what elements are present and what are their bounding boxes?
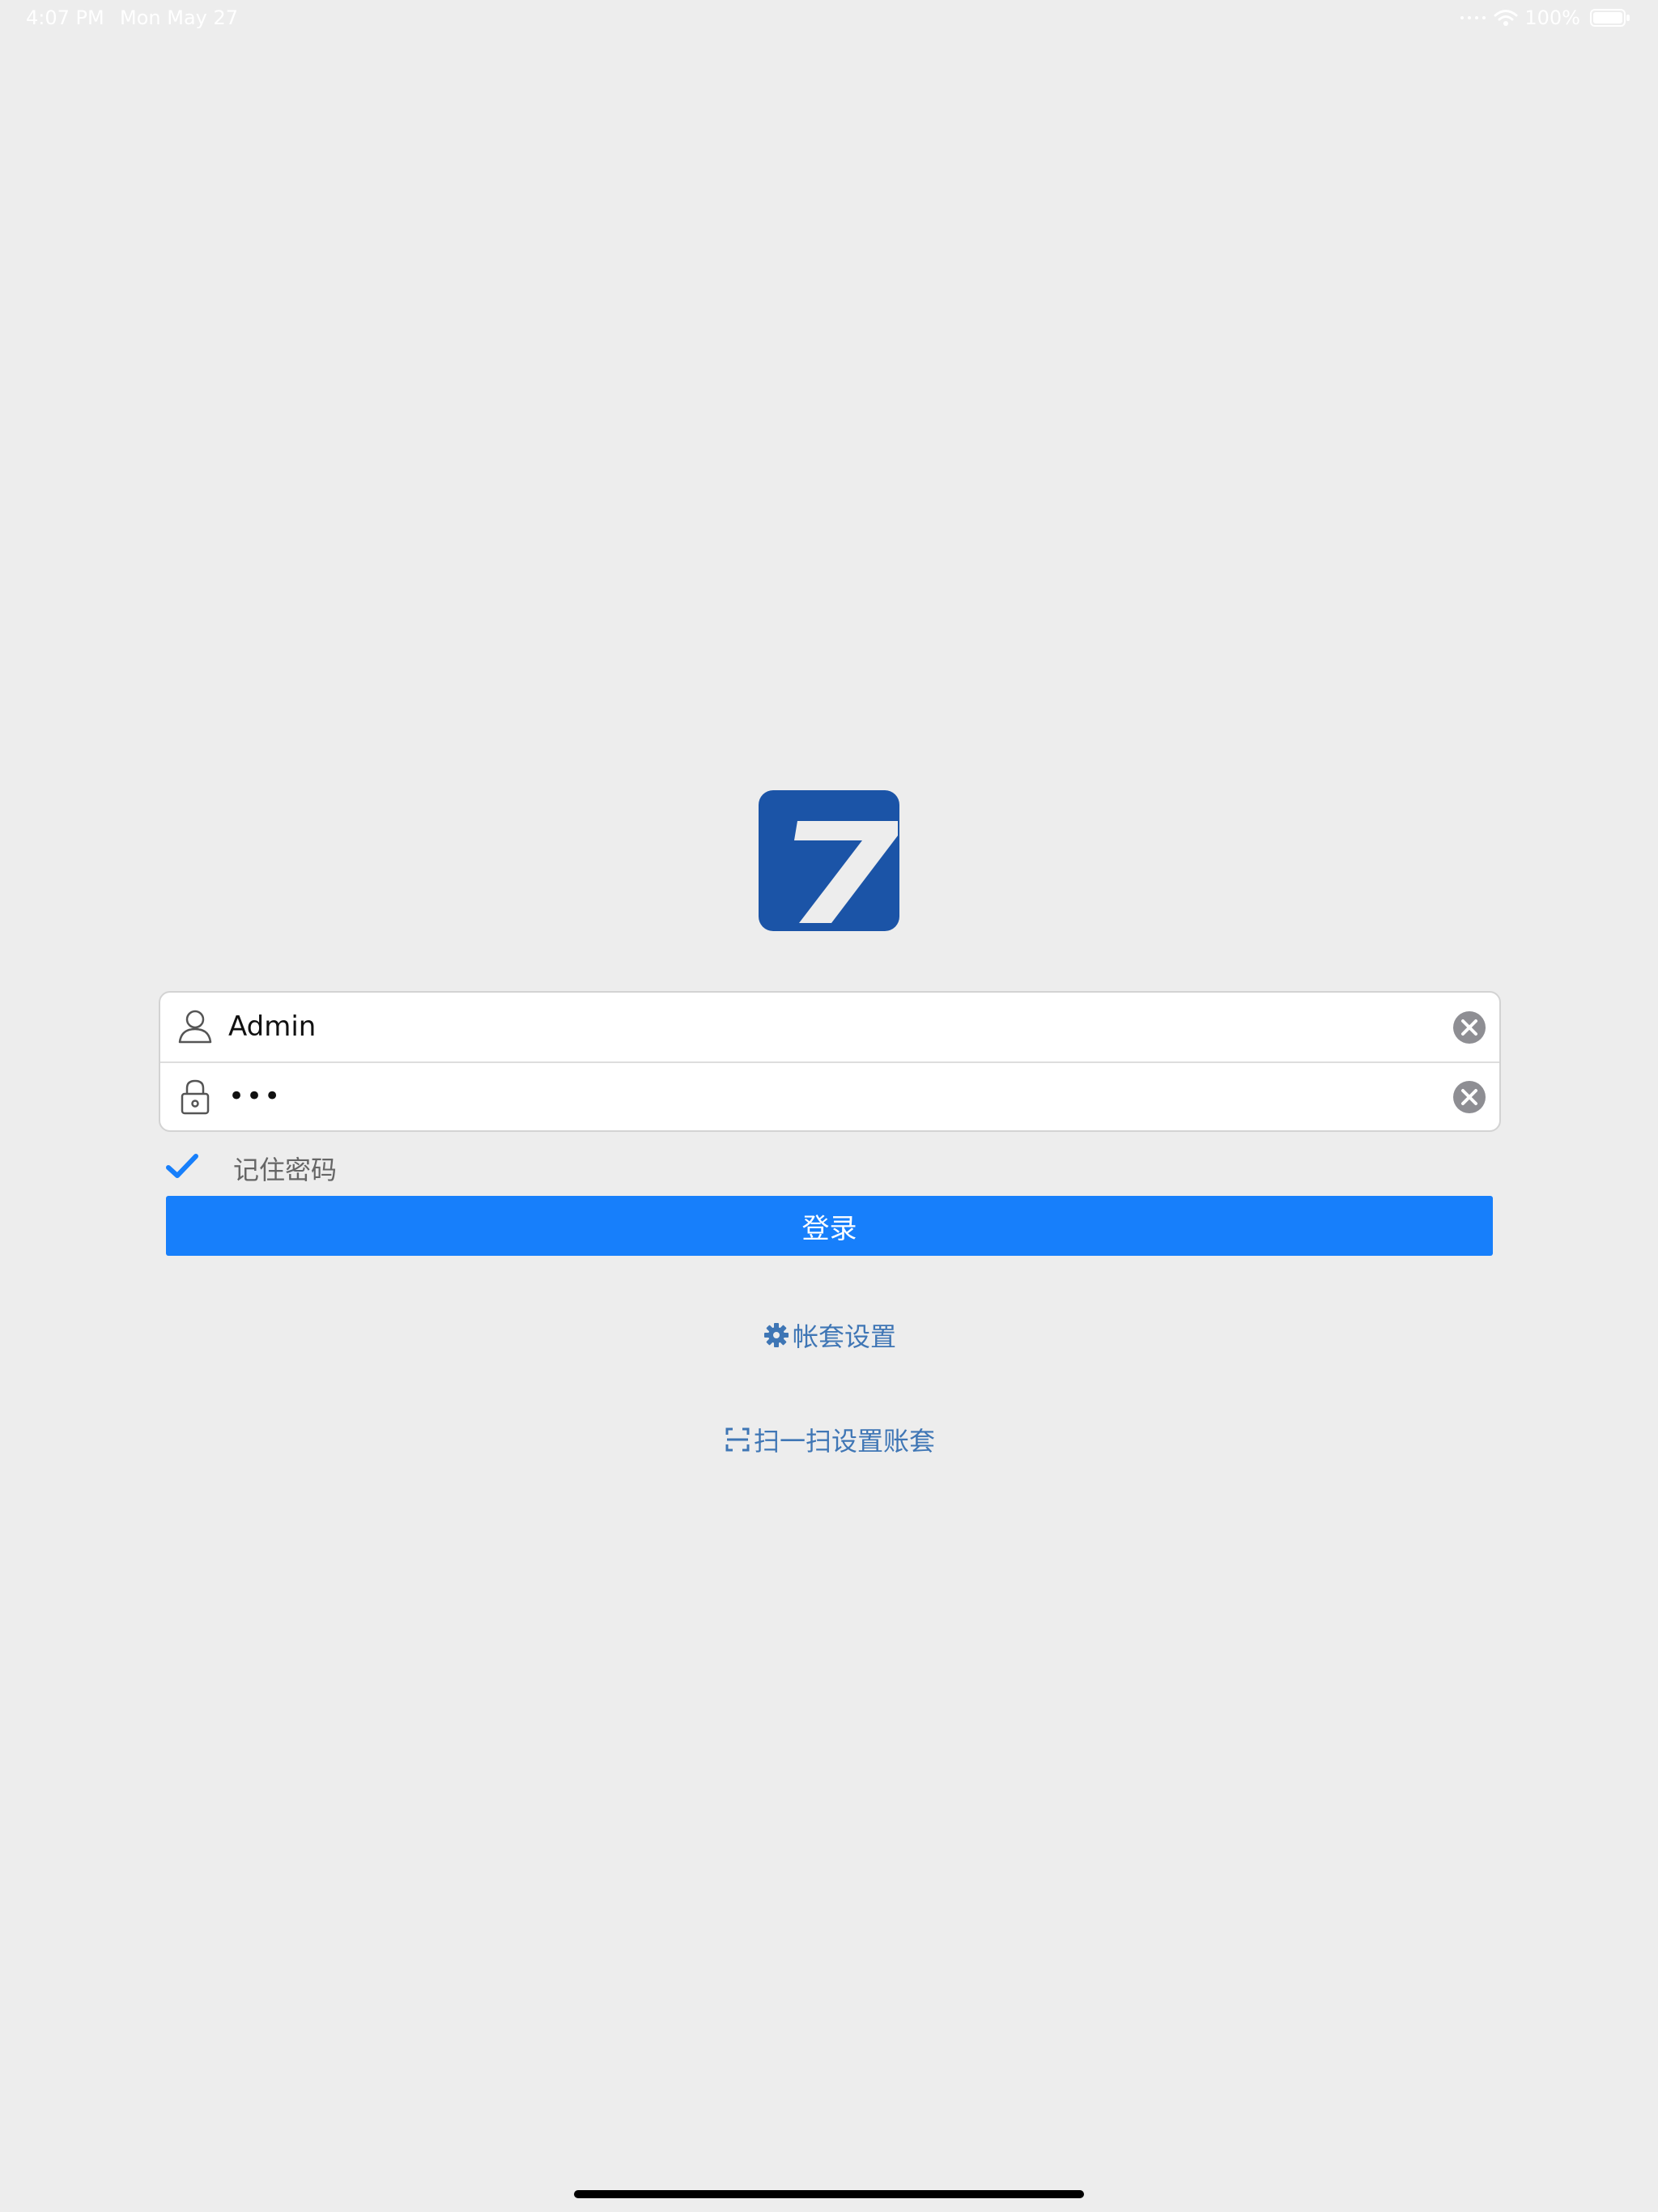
gear-icon [764,1323,789,1347]
scan-icon [725,1427,750,1452]
login-button[interactable]: 登录 [166,1196,1493,1256]
username-value[interactable]: Admin [228,1007,316,1046]
battery-percent: 100% [1524,6,1580,29]
status-indicators: 100% [1460,6,1630,29]
username-field[interactable]: Admin [160,993,1499,1063]
status-time: 4:07 PM [26,6,104,29]
clear-icon[interactable] [1452,1010,1486,1044]
login-card: Admin ••• [159,991,1501,1132]
account-settings-link[interactable]: 帐套设置 [763,1317,896,1354]
checkmark-icon[interactable] [165,1150,201,1182]
status-bar: 4:07 PM Mon May 27 100% [0,0,1658,39]
password-field[interactable]: ••• [160,1062,1499,1130]
remember-password-label: 记住密码 [233,1155,338,1185]
user-icon [178,1010,212,1044]
status-date: Mon May 27 [120,6,239,29]
lock-icon [181,1079,210,1115]
battery-icon [1590,9,1630,27]
password-value[interactable]: ••• [228,1077,282,1116]
account-settings-label[interactable]: 帐套设置 [793,1317,896,1354]
scan-setup-link[interactable]: 扫一扫设置账套 [725,1421,935,1458]
app-logo [759,790,899,931]
wifi-icon [1494,10,1518,26]
scan-setup-label[interactable]: 扫一扫设置账套 [754,1421,935,1458]
app-logo-seven-icon [794,821,898,923]
remember-password-toggle[interactable]: 记住密码 [162,1143,567,1189]
home-indicator[interactable] [574,2190,1084,2198]
signal-dots-icon [1460,16,1486,19]
clear-icon[interactable] [1452,1080,1486,1114]
